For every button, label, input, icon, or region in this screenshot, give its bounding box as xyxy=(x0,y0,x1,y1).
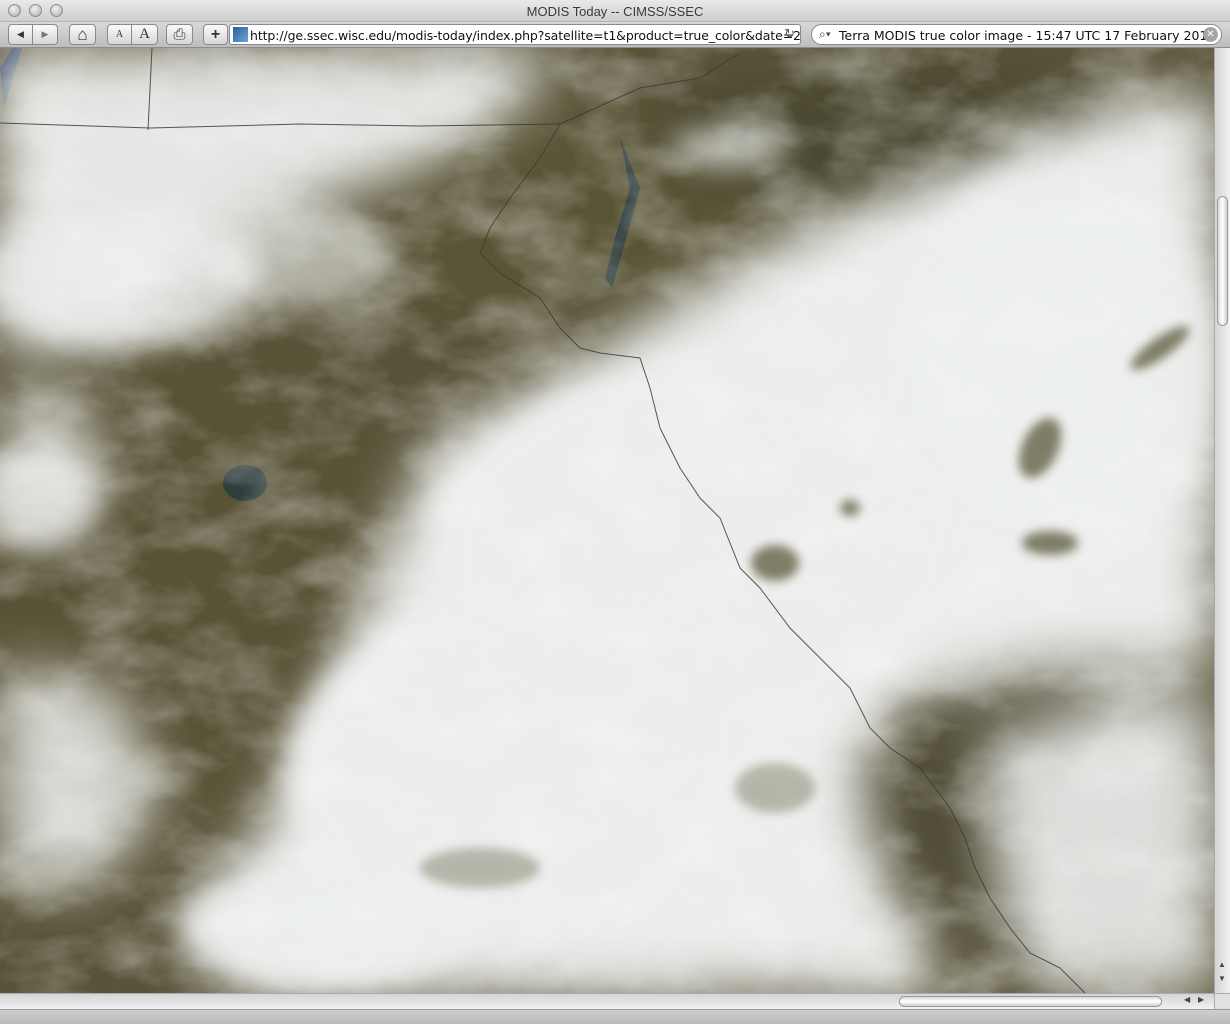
plus-icon: + xyxy=(210,25,221,43)
cloud-texture xyxy=(0,48,1214,993)
vertical-scrollbar[interactable]: ▲ ▼ xyxy=(1214,48,1230,993)
site-favicon-icon xyxy=(233,27,248,42)
back-button[interactable]: ◀ xyxy=(8,24,33,45)
add-bookmark-button[interactable]: + xyxy=(203,24,228,45)
search-field[interactable]: ⌕▾ Terra MODIS true color image - 15:47 … xyxy=(811,24,1222,45)
text-bigger-label: A xyxy=(139,26,150,42)
scrollbar-corner xyxy=(1214,993,1230,1009)
scroll-up-icon[interactable]: ▲ xyxy=(1218,960,1226,969)
window-titlebar[interactable]: MODIS Today -- CIMSS/SSEC xyxy=(0,0,1230,22)
home-icon: ⌂ xyxy=(77,24,88,44)
status-bar xyxy=(0,1009,1230,1024)
printer-icon: ⎙ xyxy=(173,26,186,43)
scroll-left-icon[interactable]: ◀ xyxy=(1184,995,1190,1004)
home-button[interactable]: ⌂ xyxy=(69,24,96,45)
address-bar[interactable]: http://ge.ssec.wisc.edu/modis-today/inde… xyxy=(229,24,801,45)
vertical-scroll-thumb[interactable] xyxy=(1217,196,1228,326)
page-content[interactable] xyxy=(0,48,1214,993)
horizontal-scroll-thumb[interactable] xyxy=(899,996,1162,1007)
magnifier-icon[interactable]: ⌕▾ xyxy=(819,27,831,42)
reload-icon[interactable]: ↻ xyxy=(784,26,795,42)
scroll-right-icon[interactable]: ▶ xyxy=(1198,995,1204,1004)
window-title: MODIS Today -- CIMSS/SSEC xyxy=(526,4,704,19)
search-input-value[interactable]: Terra MODIS true color image - 15:47 UTC… xyxy=(839,28,1215,43)
text-smaller-button[interactable]: A xyxy=(107,24,132,45)
satellite-true-color-image xyxy=(0,48,1214,993)
chevron-right-icon: ▶ xyxy=(41,29,49,39)
browser-toolbar: ◀ ▶ ⌂ A A ⎙ + http://ge.ssec.wisc.edu/mo… xyxy=(0,22,1230,48)
text-smaller-label: A xyxy=(115,29,124,40)
chevron-left-icon: ◀ xyxy=(17,29,24,39)
clear-icon[interactable]: ✕ xyxy=(1203,27,1218,42)
horizontal-scrollbar[interactable]: ◀ ▶ xyxy=(0,993,1214,1009)
forward-button[interactable]: ▶ xyxy=(33,24,58,45)
address-url[interactable]: http://ge.ssec.wisc.edu/modis-today/inde… xyxy=(250,28,800,43)
scroll-down-icon[interactable]: ▼ xyxy=(1218,974,1226,983)
print-button[interactable]: ⎙ xyxy=(166,24,193,45)
text-bigger-button[interactable]: A xyxy=(132,24,158,45)
